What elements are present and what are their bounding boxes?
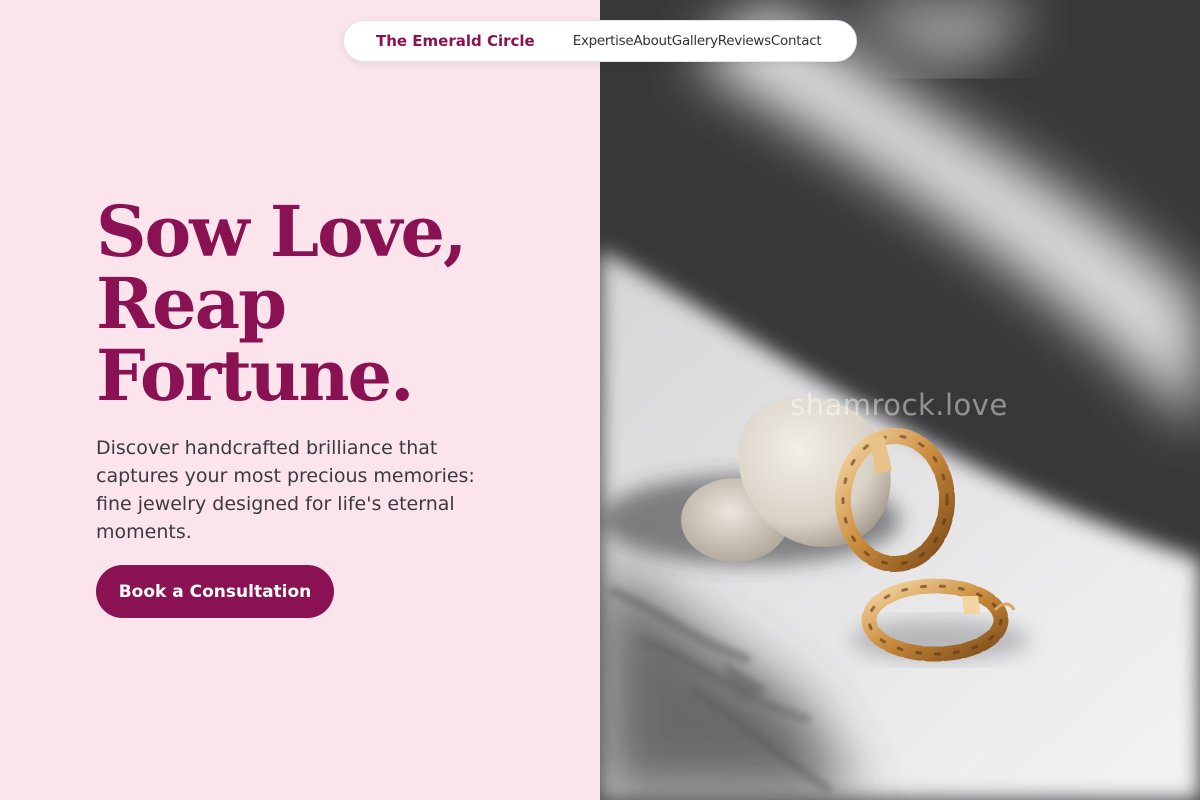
hero-title-line: Reap <box>96 262 287 345</box>
hero-description: Discover handcrafted brilliance that cap… <box>96 437 475 543</box>
nav-link-gallery[interactable]: Gallery <box>672 33 718 49</box>
hero-title-line: Sow Love, <box>96 190 467 273</box>
top-navbar: The Emerald Circle Expertise About Galle… <box>343 20 857 62</box>
nav-link-contact[interactable]: Contact <box>771 33 822 49</box>
nav-links: Expertise About Gallery Reviews Contact <box>573 33 822 49</box>
hero-left-panel: Sow Love, Reap Fortune. Discover handcra… <box>0 0 600 800</box>
nav-link-about[interactable]: About <box>633 33 672 49</box>
book-consultation-button[interactable]: Book a Consultation <box>96 565 334 618</box>
hero-image-panel: shamrock.love <box>600 0 1200 800</box>
nav-link-expertise[interactable]: Expertise <box>573 33 634 49</box>
nav-link-reviews[interactable]: Reviews <box>718 33 771 49</box>
watermark-text: shamrock.love <box>790 388 1008 422</box>
hero-title: Sow Love, Reap Fortune. <box>96 196 556 412</box>
hero-title-line: Fortune. <box>96 334 414 417</box>
brand-logo-text[interactable]: The Emerald Circle <box>376 32 535 50</box>
